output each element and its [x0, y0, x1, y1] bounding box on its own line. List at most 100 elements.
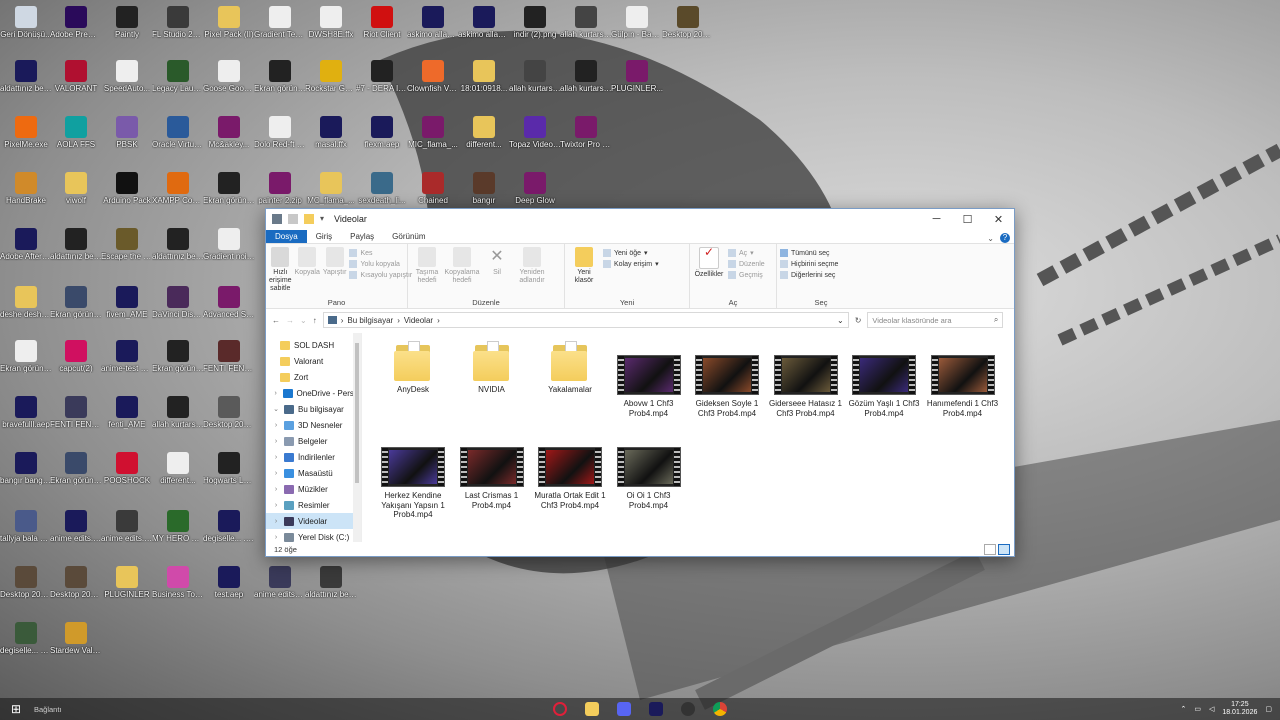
windows-start-icon[interactable]: ⊞	[0, 698, 32, 720]
video-file-item[interactable]: Muratla Ortak Edit 1 Chf3 Prob4.mp4	[533, 431, 607, 510]
expand-chevron-icon[interactable]: ⌄	[272, 405, 280, 413]
desktop-icon[interactable]: bravefulll.aep	[0, 396, 52, 429]
expand-chevron-icon[interactable]: ›	[272, 534, 280, 541]
select-all-button[interactable]: Tümünü seç	[780, 249, 838, 257]
desktop-icon[interactable]: fivem_AME	[101, 286, 153, 319]
desktop-icon[interactable]: PixelMe.exe	[0, 116, 52, 149]
volume-icon[interactable]: ◁	[1209, 705, 1214, 713]
refresh-icon[interactable]: ↻	[855, 316, 862, 325]
desktop-icon[interactable]: Dolo Red-ft Ice Cut -...	[254, 116, 306, 149]
desktop-icon[interactable]: indir (2).png	[509, 6, 561, 39]
expand-chevron-icon[interactable]: ›	[272, 518, 280, 525]
desktop-icon[interactable]: anime edits.amp4	[101, 510, 153, 543]
desktop-icon[interactable]: degiselle... .aep	[203, 510, 255, 543]
expand-chevron-icon[interactable]: ›	[272, 422, 280, 429]
desktop-icon[interactable]: Ekran görüntüsü...	[203, 172, 255, 205]
desktop-icon[interactable]: Desktop 2026.01.04...	[203, 396, 255, 429]
desktop-icon[interactable]: Escape the Backrooms	[101, 228, 153, 261]
desktop-icon[interactable]: aldattınız beni(1) fkf...	[50, 228, 102, 261]
select-none-button[interactable]: Hiçbirini seçme	[780, 260, 838, 268]
desktop-icon[interactable]: fenti_AME	[101, 396, 153, 429]
nav-item[interactable]: › Resimler	[266, 497, 361, 513]
desktop-icon[interactable]: viwolf	[50, 172, 102, 205]
desktop-icon[interactable]: tallyja bala chf3...	[0, 510, 52, 543]
desktop-icon[interactable]: deshe deshe_AME	[0, 286, 52, 319]
desktop-icon[interactable]: allah kurtarsın se...	[509, 60, 561, 93]
desktop-icon[interactable]: SpeedAuto...	[101, 60, 153, 93]
desktop-icon[interactable]: FENTI FENTI TOPAZ4...	[50, 396, 102, 429]
desktop-icon[interactable]: Adobe After Effects A...	[0, 228, 52, 261]
desktop-icon[interactable]: Desktop 2026.01.05...	[662, 6, 714, 39]
cut-button[interactable]: Kes	[349, 249, 412, 257]
desktop-icon[interactable]: Adobe Premiere P...	[50, 6, 102, 39]
desktop-icon[interactable]: PBSK	[101, 116, 153, 149]
desktop-icon[interactable]: MC_flama_...	[305, 172, 357, 205]
tray-chevron-icon[interactable]: ⌃	[1180, 705, 1186, 713]
new-folder-quick-icon[interactable]	[304, 214, 314, 224]
paste-button[interactable]: Yapıştır	[323, 247, 346, 296]
breadcrumb-root[interactable]: Bu bilgisayar	[347, 316, 393, 325]
desktop-icon[interactable]: Business Tour - Online M...	[152, 566, 204, 599]
desktop-icon[interactable]: Gradient noir textures	[203, 228, 255, 261]
system-menu-icon[interactable]	[272, 214, 282, 224]
desktop-icon[interactable]: allah kurtarsın se...	[152, 396, 204, 429]
nav-item[interactable]: › Belgeler	[266, 433, 361, 449]
nav-item[interactable]: SOL DASH	[266, 337, 361, 353]
network-icon[interactable]: ▭	[1194, 705, 1201, 713]
desktop-icon[interactable]: #7 - DERA INC (Offici...	[356, 60, 408, 93]
desktop-icon[interactable]: Deep Glow	[509, 172, 561, 205]
delete-button[interactable]: ✕ Sil	[481, 247, 513, 296]
desktop-icon[interactable]: degiselle... soyt.mp4	[0, 622, 52, 655]
easy-access-button[interactable]: Kolay erişim ▾	[603, 260, 659, 268]
desktop-icon[interactable]: Pixel Pack (II)	[203, 6, 255, 39]
taskbar-file-explorer-icon[interactable]	[580, 698, 604, 720]
video-file-item[interactable]: Herkez Kendine Yakışanı Yapsın 1 Prob4.m…	[376, 431, 450, 520]
video-file-item[interactable]: Hanımefendi 1 Chf3 Prob4.mp4	[926, 339, 1000, 418]
desktop-icon[interactable]: capcut(2)	[50, 340, 102, 373]
video-file-item[interactable]: Abovw 1 Chf3 Prob4.mp4	[612, 339, 686, 418]
taskbar-after-effects-icon[interactable]	[644, 698, 668, 720]
desktop-icon[interactable]: sexdeath_li...	[356, 172, 408, 205]
tab-paylas[interactable]: Paylaş	[341, 230, 383, 243]
desktop-icon[interactable]: Rockstar Games...	[305, 60, 357, 93]
desktop-icon[interactable]: different...	[458, 116, 510, 149]
desktop-icon[interactable]: Stardew Valley	[50, 622, 102, 655]
desktop-icon[interactable]: flexm.aep	[356, 116, 408, 149]
desktop-icon[interactable]: Topaz Video AI	[509, 116, 561, 149]
taskbar-discord-icon[interactable]	[612, 698, 636, 720]
video-file-item[interactable]: Gideksen Soyle 1 Chf3 Prob4.mp4	[690, 339, 764, 418]
desktop-icon[interactable]: Mc&akley...	[203, 116, 255, 149]
expand-chevron-icon[interactable]: ›	[272, 438, 280, 445]
expand-chevron-icon[interactable]: ›	[272, 486, 280, 493]
breadcrumb-current[interactable]: Videolar	[404, 316, 433, 325]
desktop-icon[interactable]: Goose Goose Duck	[203, 60, 255, 93]
search-input[interactable]: Videolar klasöründe ara ⌕	[867, 312, 1004, 328]
copy-to-button[interactable]: Kopyalama hedefi	[444, 247, 480, 296]
desktop-icon[interactable]: VALORANT	[50, 60, 102, 93]
recent-chevron-icon[interactable]: ⌄	[300, 316, 307, 325]
desktop-icon[interactable]: Oracle VirtualBox	[152, 116, 204, 149]
copy-button[interactable]: Kopyala	[295, 247, 320, 296]
tab-giris[interactable]: Giriş	[307, 230, 341, 243]
folder-item[interactable]: AnyDesk	[376, 339, 450, 395]
desktop-icon[interactable]: Ekran görüntüsü...	[50, 452, 102, 485]
open-button[interactable]: Aç ▾	[728, 249, 765, 257]
desktop-icon[interactable]: PLUGINLER	[101, 566, 153, 599]
chevron-down-icon[interactable]: ▾	[320, 214, 326, 224]
desktop-icon[interactable]: Geri Dönüşü...	[0, 6, 52, 39]
expand-chevron-icon[interactable]: ›	[272, 502, 280, 509]
desktop-icon[interactable]: Legacy Launch...	[152, 60, 204, 93]
desktop-icon[interactable]: askimo allah kurtarsın...	[458, 6, 510, 39]
nav-item[interactable]: › İndirilenler	[266, 449, 361, 465]
desktop-icon[interactable]: Chained	[407, 172, 459, 205]
desktop-icon[interactable]: Twixtor Pro v7.3.0 (2).rar	[560, 116, 612, 149]
desktop-icon[interactable]: FENTI FENTI TOPAZ...	[203, 340, 255, 373]
nav-item[interactable]: › OneDrive - Persor	[266, 385, 361, 401]
expand-chevron-icon[interactable]: ›	[272, 470, 280, 477]
desktop-icon[interactable]: Ekran görüntüsü...	[254, 60, 306, 93]
expand-chevron-icon[interactable]: ›	[272, 390, 279, 397]
history-button[interactable]: Geçmiş	[728, 271, 765, 279]
nav-item[interactable]: Valorant	[266, 353, 361, 369]
minimize-button[interactable]: ─	[921, 209, 952, 229]
desktop-icon[interactable]: Gradient Textures	[254, 6, 306, 39]
